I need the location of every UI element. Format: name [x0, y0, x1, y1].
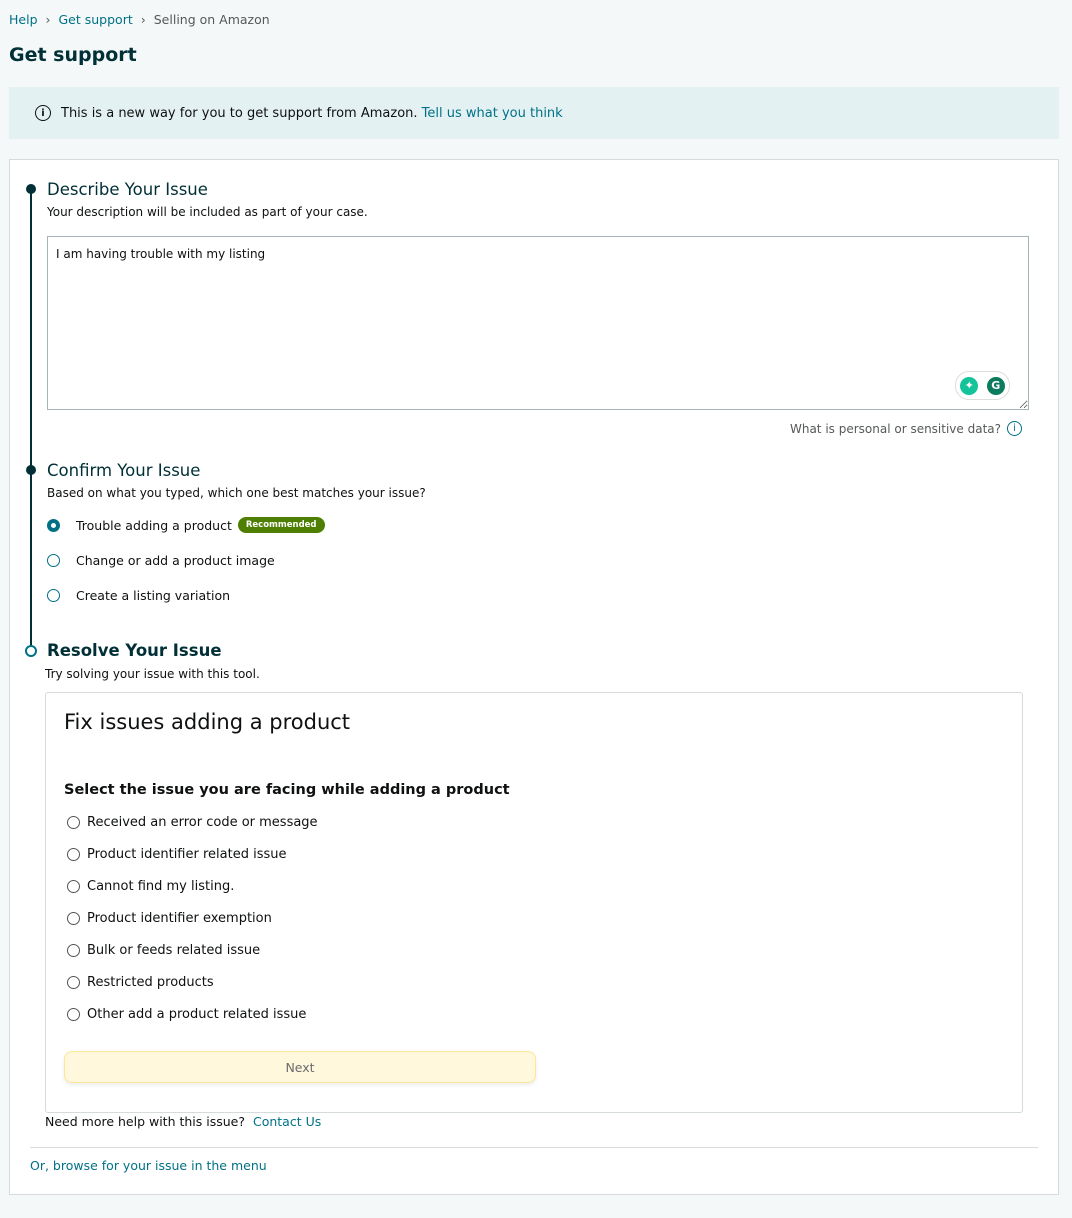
more-help: Need more help with this issue? Contact …	[45, 1114, 321, 1129]
radio[interactable]	[67, 944, 80, 957]
issue-option[interactable]: Product identifier exemption	[67, 911, 272, 926]
breadcrumb: Help › Get support › Selling on Amazon	[9, 12, 270, 27]
sensitive-data-text[interactable]: What is personal or sensitive data?	[790, 422, 1001, 436]
breadcrumb-get-support[interactable]: Get support	[59, 12, 133, 27]
resolve-title: Resolve Your Issue	[47, 641, 222, 660]
issue-option[interactable]: Product identifier related issue	[67, 847, 286, 862]
option-label: Other add a product related issue	[87, 1007, 307, 1022]
contact-us-link[interactable]: Contact Us	[253, 1114, 321, 1129]
radio-selected[interactable]	[47, 518, 60, 532]
divider	[30, 1147, 1038, 1148]
issue-option[interactable]: Bulk or feeds related issue	[67, 943, 260, 958]
tool-title: Fix issues adding a product	[64, 710, 351, 734]
radio[interactable]	[67, 816, 80, 829]
option-label: Trouble adding a product	[76, 517, 232, 533]
option-label: Product identifier related issue	[87, 847, 287, 862]
radio[interactable]	[67, 912, 80, 925]
radio[interactable]	[67, 976, 80, 989]
confirm-subtitle: Based on what you typed, which one best …	[47, 486, 426, 500]
description-input[interactable]: I am having trouble with my listing	[47, 236, 1029, 410]
confirm-option[interactable]: Change or add a product image	[47, 553, 275, 568]
confirm-title: Confirm Your Issue	[47, 461, 201, 480]
option-label: Received an error code or message	[87, 815, 318, 830]
radio[interactable]	[67, 848, 80, 861]
info-banner: i This is a new way for you to get suppo…	[9, 87, 1059, 139]
sensitive-data-help[interactable]: What is personal or sensitive data? i	[790, 421, 1022, 436]
browse-menu-link[interactable]: Or, browse for your issue in the menu	[30, 1158, 267, 1173]
chevron-right-icon: ›	[45, 12, 51, 27]
chevron-right-icon: ›	[140, 12, 146, 27]
next-button[interactable]: Next	[64, 1051, 536, 1083]
issue-option[interactable]: Restricted products	[67, 975, 214, 990]
issue-option[interactable]: Received an error code or message	[67, 815, 318, 830]
feedback-link[interactable]: Tell us what you think	[422, 106, 563, 121]
confirm-option[interactable]: Trouble adding a product Recommended	[47, 517, 325, 533]
radio[interactable]	[47, 589, 60, 602]
page-title: Get support	[9, 44, 137, 66]
info-icon[interactable]: i	[1007, 421, 1022, 436]
tool-question: Select the issue you are facing while ad…	[64, 782, 510, 798]
option-label: Cannot find my listing.	[87, 879, 235, 894]
option-label: Bulk or feeds related issue	[87, 943, 261, 958]
radio[interactable]	[67, 1008, 80, 1021]
more-help-text: Need more help with this issue?	[45, 1114, 246, 1129]
timeline-line	[30, 188, 32, 651]
lightbulb-icon[interactable]: ✦	[960, 376, 979, 395]
step-dot-active	[25, 645, 37, 657]
describe-subtitle: Your description will be included as par…	[47, 205, 368, 219]
banner-text: This is a new way for you to get support…	[61, 105, 418, 121]
option-label: Restricted products	[87, 975, 214, 990]
issue-option[interactable]: Other add a product related issue	[67, 1007, 306, 1022]
option-label: Create a listing variation	[76, 588, 231, 603]
issue-option[interactable]: Cannot find my listing.	[67, 879, 234, 894]
option-label: Product identifier exemption	[87, 911, 272, 926]
step-dot	[26, 184, 36, 194]
radio[interactable]	[47, 554, 60, 567]
grammarly-icon[interactable]: G	[986, 376, 1005, 395]
resolve-subtitle: Try solving your issue with this tool.	[45, 667, 260, 681]
radio[interactable]	[67, 880, 80, 893]
recommended-badge: Recommended	[237, 517, 325, 533]
grammarly-widget[interactable]: ✦ G	[955, 371, 1010, 400]
info-icon: i	[35, 105, 51, 121]
confirm-option[interactable]: Create a listing variation	[47, 588, 230, 603]
describe-title: Describe Your Issue	[47, 180, 208, 199]
option-label: Change or add a product image	[76, 553, 275, 568]
step-dot	[26, 465, 36, 475]
breadcrumb-current: Selling on Amazon	[153, 12, 270, 27]
breadcrumb-help[interactable]: Help	[9, 12, 38, 27]
tool-panel	[45, 692, 1023, 1113]
